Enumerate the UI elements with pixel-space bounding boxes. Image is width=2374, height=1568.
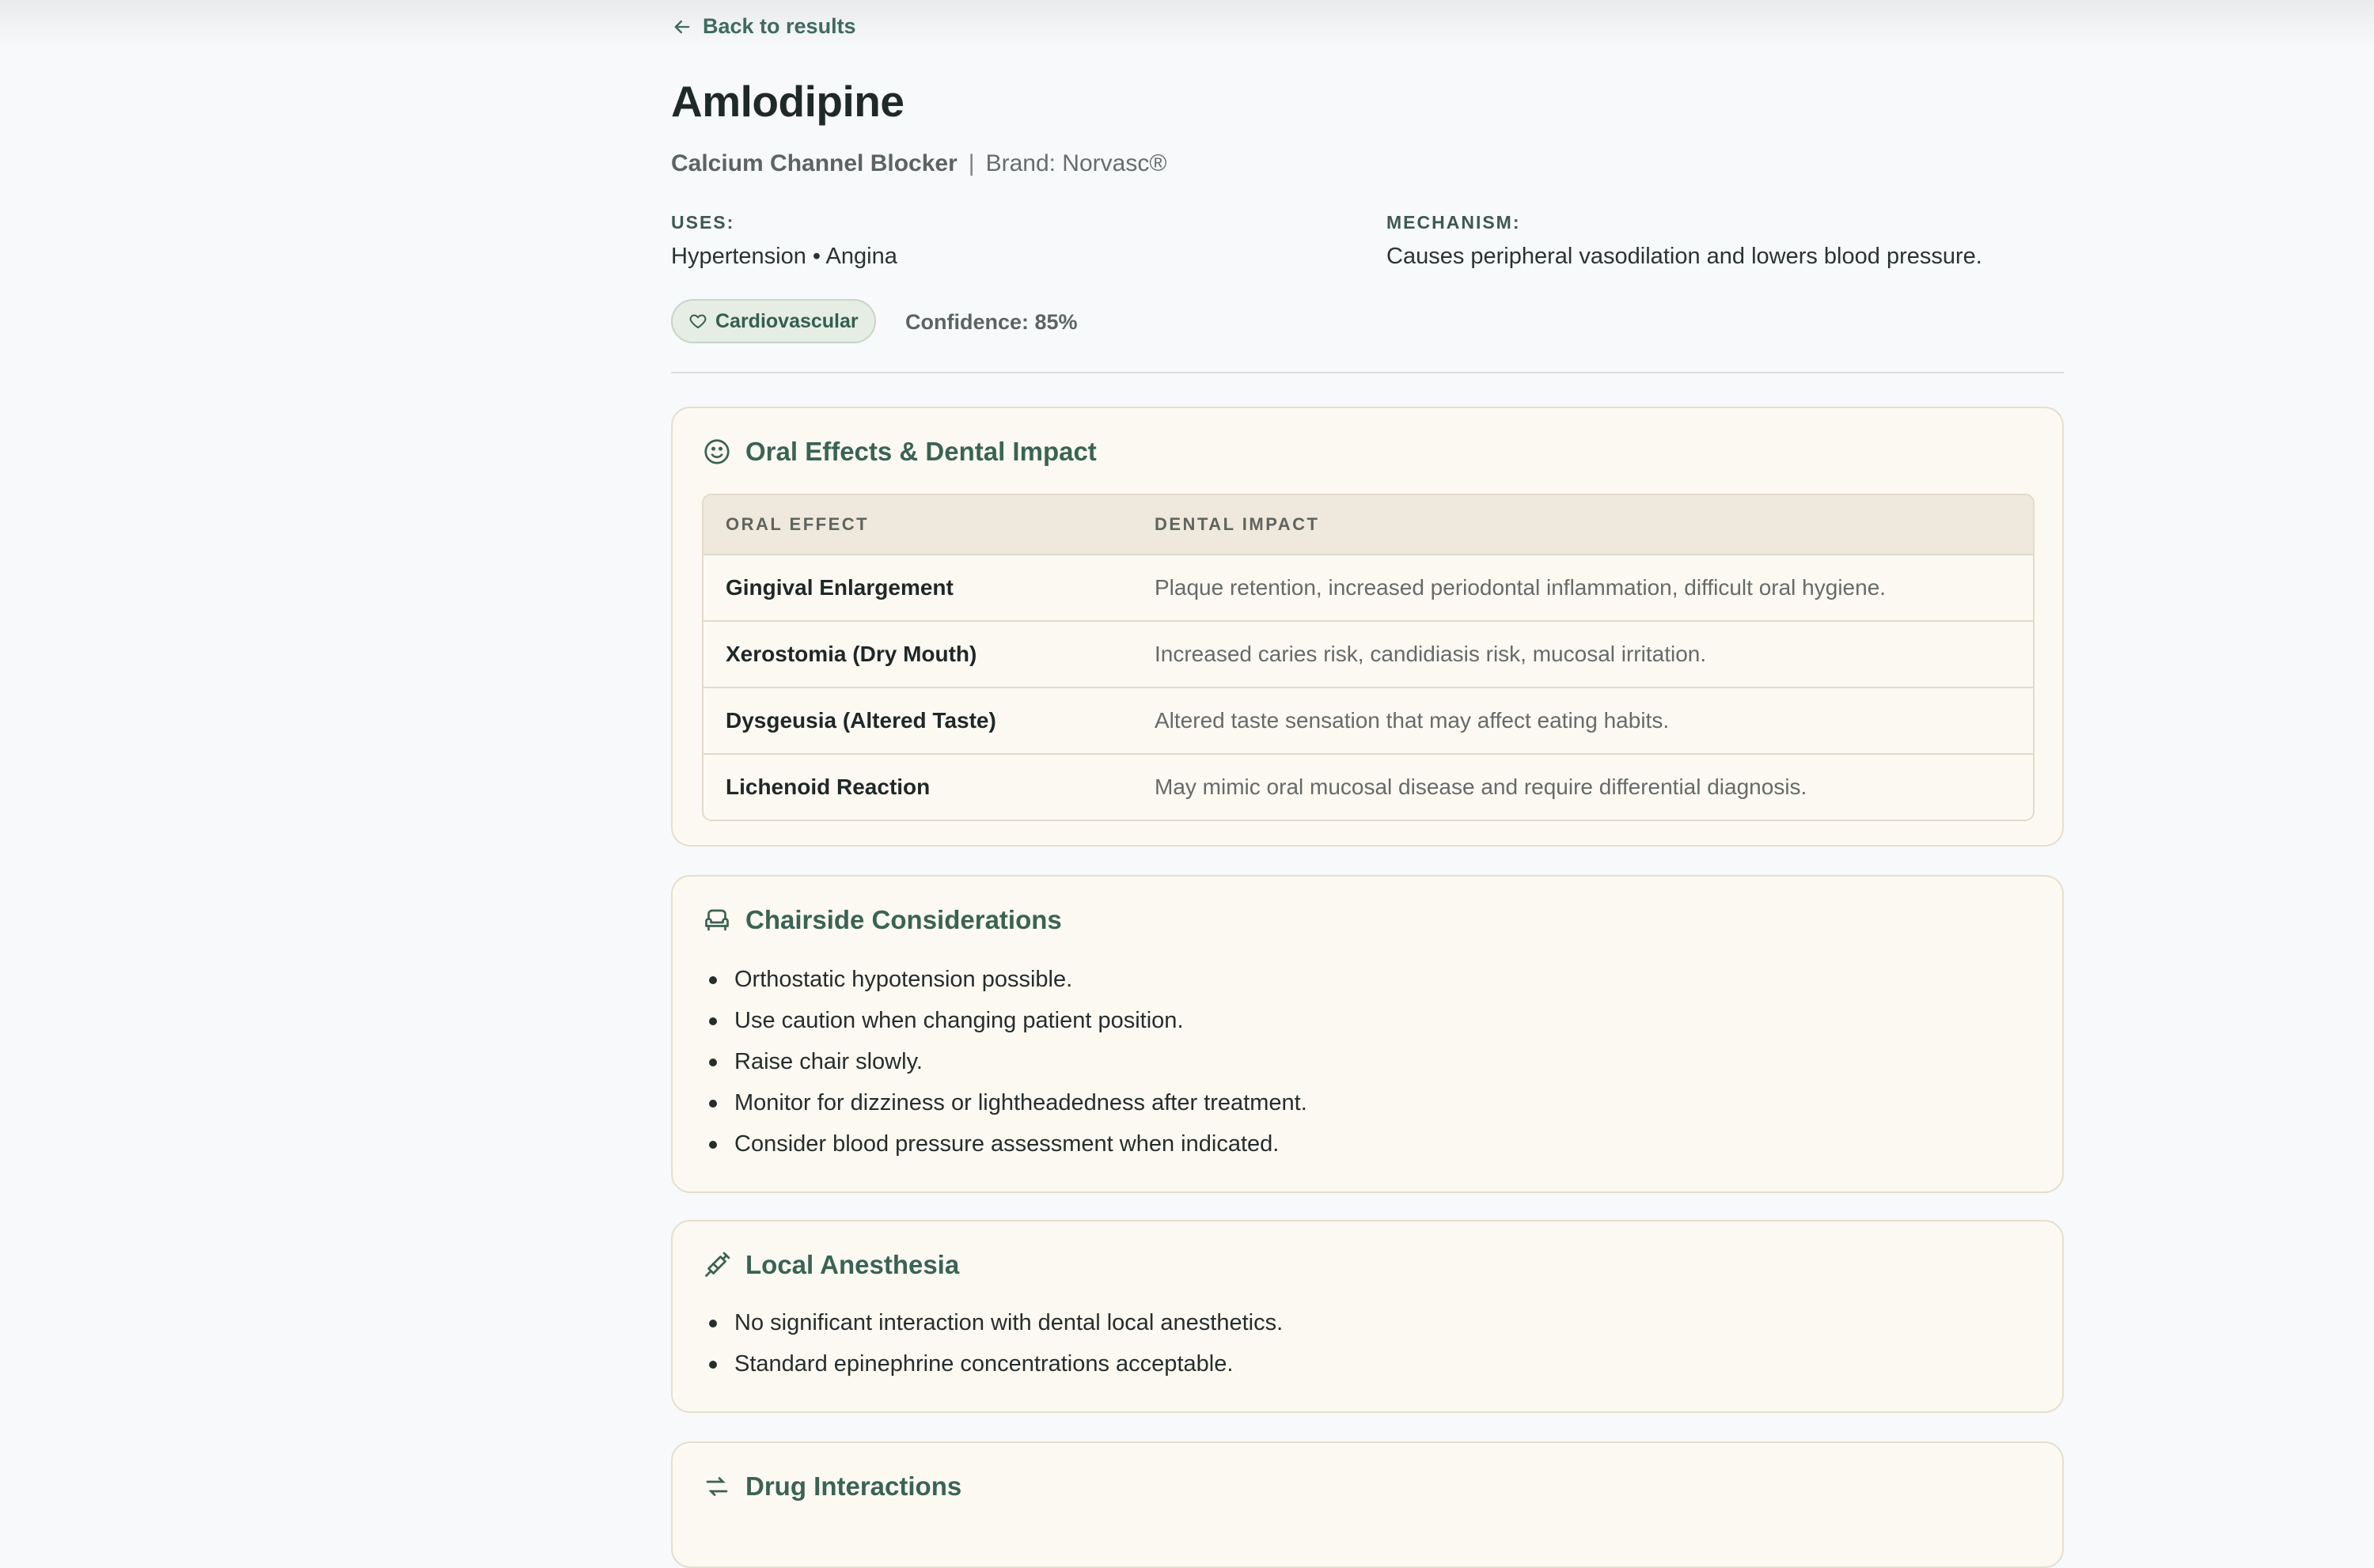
oral-effect-cell: Xerostomia (Dry Mouth) bbox=[726, 642, 977, 666]
mechanism-label: MECHANISM: bbox=[1386, 212, 1521, 233]
oral-effects-header: Oral Effects & Dental Impact bbox=[703, 437, 1097, 467]
oral-effect-cell: Lichenoid Reaction bbox=[726, 775, 931, 799]
smile-icon bbox=[704, 439, 730, 464]
list-item: Monitor for dizziness or lightheadedness… bbox=[704, 1082, 1307, 1123]
category-tag[interactable]: Cardiovascular bbox=[671, 299, 876, 343]
table-row: Dysgeusia (Altered Taste) Altered taste … bbox=[703, 687, 2033, 753]
column-header-dental-impact: DENTAL IMPACT bbox=[1155, 514, 1320, 534]
dental-impact-cell: Plaque retention, increased periodontal … bbox=[1155, 575, 1887, 600]
top-shadow bbox=[0, 0, 2374, 47]
drug-brand: Brand: Norvasc® bbox=[985, 150, 1167, 176]
oral-effect-cell: Gingival Enlargement bbox=[726, 575, 954, 600]
oral-effects-table: ORAL EFFECT DENTAL IMPACT Gingival Enlar… bbox=[702, 494, 2035, 821]
drug-class: Calcium Channel Blocker bbox=[671, 150, 958, 176]
drug-interactions-card: Drug Interactions bbox=[671, 1441, 2064, 1568]
uses-label: USES: bbox=[671, 212, 735, 233]
oral-effect-cell: Dysgeusia (Altered Taste) bbox=[726, 708, 996, 733]
armchair-icon bbox=[705, 909, 729, 931]
drug-interactions-header: Drug Interactions bbox=[703, 1471, 961, 1502]
table-header-row: ORAL EFFECT DENTAL IMPACT bbox=[703, 495, 2033, 554]
table-row: Lichenoid Reaction May mimic oral mucosa… bbox=[703, 753, 2033, 820]
oral-effects-card: Oral Effects & Dental Impact ORAL EFFECT… bbox=[671, 407, 2064, 846]
chairside-title: Chairside Considerations bbox=[745, 905, 1062, 934]
interactions-icon bbox=[706, 1477, 728, 1496]
arrow-left-icon bbox=[674, 20, 690, 33]
local-anesthesia-card: Local Anesthesia No significant interact… bbox=[671, 1220, 2064, 1413]
chairside-list: Orthostatic hypotension possible. Use ca… bbox=[704, 959, 1307, 1165]
dental-impact-cell: May mimic oral mucosal disease and requi… bbox=[1155, 775, 1807, 799]
column-header-oral-effect: ORAL EFFECT bbox=[726, 514, 870, 534]
uses-value: Hypertension • Angina bbox=[671, 244, 897, 269]
back-to-results-link[interactable]: Back to results bbox=[671, 14, 856, 39]
drug-name: Amlodipine bbox=[671, 77, 904, 126]
list-item: No significant interaction with dental l… bbox=[704, 1302, 1283, 1343]
table-row: Gingival Enlargement Plaque retention, i… bbox=[703, 554, 2033, 620]
subtitle-separator: | bbox=[968, 150, 975, 176]
local-anesthesia-title: Local Anesthesia bbox=[745, 1250, 960, 1279]
list-item: Orthostatic hypotension possible. bbox=[704, 959, 1307, 1000]
dental-impact-cell: Increased caries risk, candidiasis risk,… bbox=[1155, 642, 1707, 666]
table-row: Xerostomia (Dry Mouth) Increased caries … bbox=[703, 620, 2033, 687]
heart-icon bbox=[689, 314, 707, 328]
list-item: Raise chair slowly. bbox=[704, 1041, 1307, 1082]
chairside-header: Chairside Considerations bbox=[703, 905, 1062, 935]
confidence-score: Confidence: 85% bbox=[905, 310, 1078, 334]
drug-interactions-title: Drug Interactions bbox=[745, 1471, 962, 1501]
list-item: Standard epinephrine concentrations acce… bbox=[704, 1343, 1283, 1384]
back-label: Back to results bbox=[703, 14, 856, 38]
syringe-icon bbox=[705, 1252, 730, 1277]
list-item: Use caution when changing patient positi… bbox=[704, 1000, 1307, 1041]
header-divider bbox=[671, 372, 2064, 373]
category-tag-label: Cardiovascular bbox=[715, 309, 859, 332]
oral-effects-title: Oral Effects & Dental Impact bbox=[745, 437, 1097, 466]
drug-subtitle: Calcium Channel Blocker | Brand: Norvasc® bbox=[671, 150, 1166, 177]
list-item: Consider blood pressure assessment when … bbox=[704, 1123, 1307, 1165]
dental-impact-cell: Altered taste sensation that may affect … bbox=[1155, 708, 1670, 733]
local-anesthesia-header: Local Anesthesia bbox=[703, 1250, 959, 1280]
mechanism-value: Causes peripheral vasodilation and lower… bbox=[1386, 244, 1982, 269]
chairside-card: Chairside Considerations Orthostatic hyp… bbox=[671, 875, 2064, 1193]
local-anesthesia-list: No significant interaction with dental l… bbox=[704, 1302, 1283, 1384]
